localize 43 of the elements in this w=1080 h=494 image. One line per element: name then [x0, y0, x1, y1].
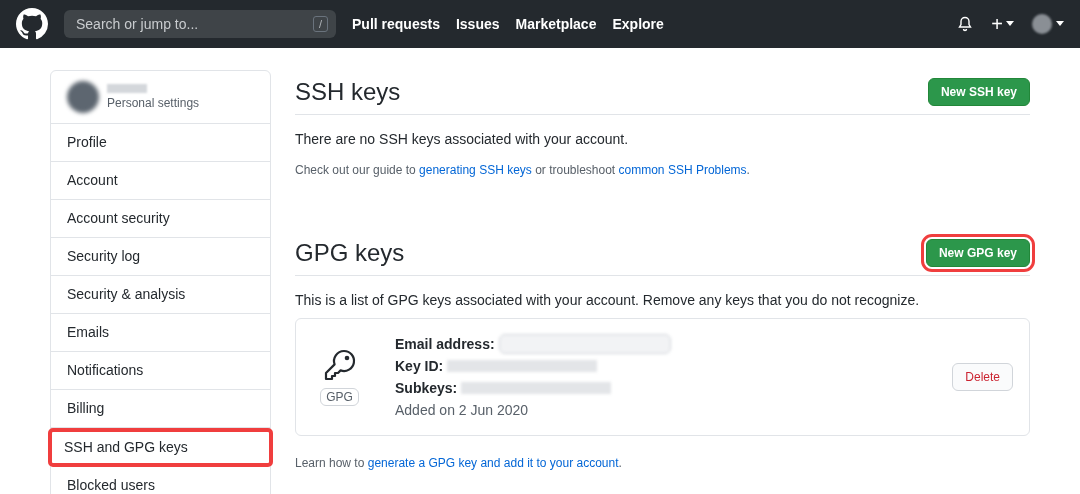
caret-icon — [1056, 21, 1064, 27]
nav-link[interactable]: Issues — [455, 16, 500, 32]
nav-link[interactable]: Pull requests — [352, 16, 440, 32]
avatar — [67, 81, 99, 113]
nav-link[interactable]: Explore — [612, 16, 664, 32]
section-title: SSH keys — [295, 78, 401, 106]
sidebar-item[interactable]: Security & analysis — [51, 276, 270, 314]
create-menu-button[interactable]: + — [991, 12, 1014, 36]
intro-text: This is a list of GPG keys associated with your account. Remove any keys that you do not recognize. — [295, 292, 921, 308]
search-field[interactable]: Search or jump to... / — [64, 10, 336, 38]
field-label: Key ID: — [395, 357, 444, 376]
sidebar-item[interactable]: SSH and GPG keys — [48, 428, 273, 467]
delete-button[interactable]: Delete — [952, 363, 1013, 391]
sidebar-item[interactable]: Profile — [51, 124, 270, 162]
help-link[interactable]: common SSH Problems — [618, 163, 747, 177]
sidebar-item[interactable]: Security log — [51, 238, 270, 276]
field-label: Subkeys: — [395, 379, 458, 398]
sidebar-item[interactable]: Notifications — [51, 352, 270, 390]
help-text: Learn how to generate a GPG key and add it to your account. — [295, 456, 623, 470]
key-type-label: GPG — [320, 388, 359, 406]
search-input: Search or jump to... — [74, 15, 278, 33]
shortcut-key: / — [312, 16, 328, 32]
avatar — [1032, 14, 1052, 34]
caret-icon — [1006, 21, 1014, 27]
sidebar-item[interactable]: Blocked users — [51, 467, 270, 494]
sidebar-item[interactable]: Account — [51, 162, 270, 200]
subtitle: Personal settings — [107, 96, 200, 110]
new-ssh-key-button[interactable]: New SSH key — [927, 78, 1030, 106]
avatar-menu-button[interactable] — [1032, 14, 1064, 34]
github-logo-icon[interactable] — [16, 8, 48, 40]
bell-icon[interactable] — [957, 16, 974, 32]
help-text: Check out our guide to generating SSH keys or troubleshoot common SSH Problems. — [295, 163, 751, 177]
help-link[interactable]: generate a GPG key and add it to your account — [367, 456, 619, 470]
empty-message: There are no SSH keys associated with your account. — [295, 131, 630, 147]
nav-link[interactable]: Marketplace — [515, 16, 597, 32]
sidebar-item[interactable]: Account security — [51, 200, 270, 238]
help-link[interactable]: generating SSH keys — [419, 163, 532, 177]
sidebar-item[interactable]: Emails — [51, 314, 270, 352]
redacted-username — [107, 84, 147, 93]
added-date: Added on 2 Jun 2020 — [395, 401, 530, 420]
field-label: Email address: — [395, 335, 495, 354]
section-title: GPG keys — [295, 239, 405, 267]
key-icon — [322, 348, 357, 382]
